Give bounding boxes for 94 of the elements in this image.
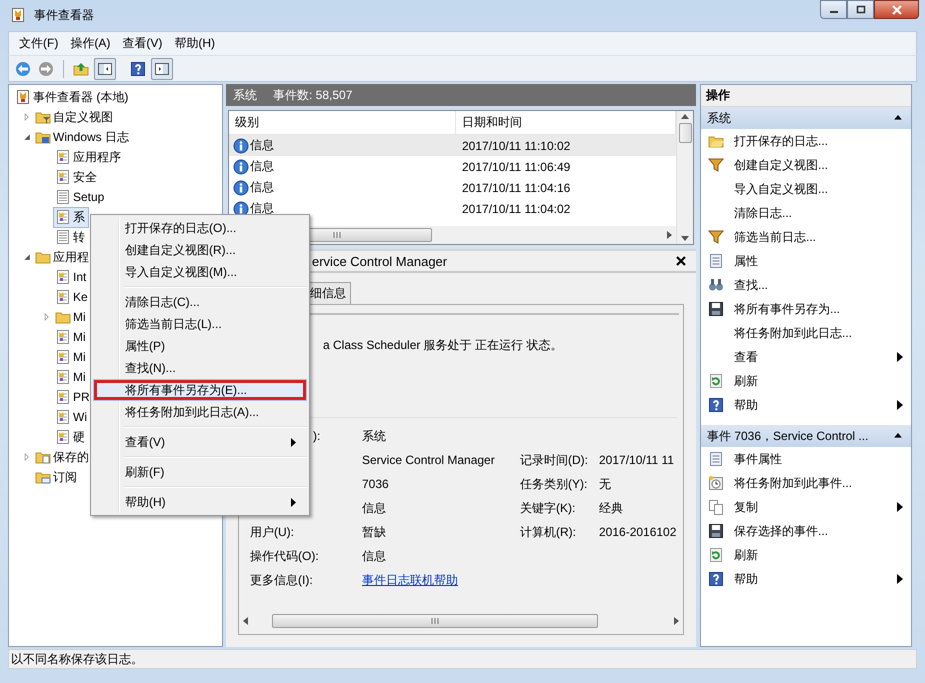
- tree-item[interactable]: 系: [53, 206, 89, 228]
- table-cell: 信息: [250, 137, 274, 154]
- action-item[interactable]: 将任务附加到此事件...: [701, 471, 911, 495]
- table-cell-text: 2017/10/11 11:06:49: [461, 160, 570, 174]
- tree-item[interactable]: 安全: [53, 166, 101, 188]
- tree-item[interactable]: Mi: [53, 307, 90, 327]
- field-value: 2017/10/11 11: [599, 453, 675, 467]
- tree-item[interactable]: Int: [53, 267, 90, 287]
- table-cell: 信息: [250, 200, 274, 217]
- menu-bar-item[interactable]: 操作(A): [64, 32, 116, 54]
- tree-item[interactable]: Mi: [53, 327, 90, 347]
- field-value: 7036: [362, 477, 390, 491]
- field-label: ):: [313, 429, 322, 443]
- tree-item[interactable]: Windows 日志: [33, 126, 134, 148]
- column-header[interactable]: 级别: [229, 111, 456, 134]
- field-label: 记录时间(D):: [520, 452, 589, 468]
- tree-item[interactable]: 保存的: [33, 446, 93, 468]
- table-cell-text: 2017/10/11 11:10:02: [461, 138, 570, 152]
- section-header[interactable]: 事件 7036，Service Control ...: [701, 425, 911, 447]
- menu-item[interactable]: 清除日志(C)...: [93, 291, 307, 313]
- tree-item[interactable]: 应用程: [33, 246, 93, 268]
- tree-item[interactable]: 自定义视图: [33, 106, 117, 128]
- action-item[interactable]: 导入自定义视图...: [701, 177, 911, 201]
- action-item[interactable]: 刷新: [701, 369, 911, 393]
- action-item[interactable]: 属性: [701, 249, 911, 273]
- tree-item[interactable]: Mi: [53, 367, 90, 387]
- action-item[interactable]: 事件属性: [701, 447, 911, 471]
- event-row[interactable]: 信息 2017/10/11 11:04:16: [229, 177, 676, 198]
- field-value: 无: [599, 476, 612, 492]
- tree-item[interactable]: Setup: [53, 187, 108, 207]
- action-item[interactable]: 打开保存的日志...: [701, 129, 911, 153]
- menu-item[interactable]: 刷新(F): [93, 461, 307, 483]
- tree-item[interactable]: Mi: [53, 347, 90, 367]
- field-label: 用户(U):: [250, 524, 295, 540]
- field-value: 经典: [599, 500, 624, 516]
- field-label: 操作代码(O):: [250, 548, 320, 564]
- field-label: 任务类别(Y):: [520, 476, 588, 492]
- action-item[interactable]: 将所有事件另存为...: [701, 297, 911, 321]
- tree-item[interactable]: Ke: [53, 287, 92, 307]
- field-value: Service Control Manager: [362, 453, 496, 467]
- action-item[interactable]: 创建自定义视图...: [701, 153, 911, 177]
- field-value: 2016-2016102: [599, 525, 678, 539]
- event-row[interactable]: 信息 2017/10/11 11:10:02: [229, 135, 676, 156]
- actions-header: 操作: [701, 85, 911, 107]
- action-item[interactable]: 复制: [701, 495, 911, 519]
- event-row[interactable]: 信息 2017/10/11 11:06:49: [229, 156, 676, 177]
- tree-item[interactable]: PR: [53, 387, 94, 407]
- menu-item[interactable]: 查找(N)...: [93, 357, 307, 379]
- status-text: 以不同名称保存该日志。: [11, 650, 143, 668]
- menu-item[interactable]: 导入自定义视图(M)...: [93, 261, 307, 283]
- action-item[interactable]: 帮助: [701, 567, 911, 591]
- table-cell-text: 2017/10/11 11:04:02: [461, 202, 570, 216]
- action-item[interactable]: 保存选择的事件...: [701, 519, 911, 543]
- field-value: 信息: [362, 500, 387, 516]
- menu-item[interactable]: 打开保存的日志(O)...: [93, 217, 307, 239]
- field-label: 关键字(K):: [520, 500, 576, 516]
- action-item[interactable]: 帮助: [701, 393, 911, 417]
- tree-item[interactable]: 转: [53, 226, 89, 248]
- menu-item[interactable]: 创建自定义视图(R)...: [93, 239, 307, 261]
- tree-item[interactable]: 硬: [53, 426, 89, 448]
- menu-bar-item[interactable]: 帮助(H): [168, 32, 221, 54]
- section-header[interactable]: 系统: [701, 107, 911, 129]
- menu-item[interactable]: 查看(V): [93, 431, 307, 453]
- menu-item[interactable]: 将所有事件另存为(E)...: [93, 379, 307, 401]
- field-label: 计算机(R):: [520, 524, 577, 540]
- action-item[interactable]: 筛选当前日志...: [701, 225, 911, 249]
- menu-item[interactable]: 帮助(H): [93, 491, 307, 513]
- action-item[interactable]: 将任务附加到此日志...: [701, 321, 911, 345]
- menu-bar-item[interactable]: 查看(V): [116, 32, 168, 54]
- action-item[interactable]: 清除日志...: [701, 201, 911, 225]
- tree-item[interactable]: 订阅: [33, 466, 81, 488]
- action-item[interactable]: 查看: [701, 345, 911, 369]
- table-cell: 信息: [250, 158, 274, 175]
- menu-item[interactable]: 筛选当前日志(L)...: [93, 313, 307, 335]
- event-title: ervice Control Manager: [312, 254, 448, 268]
- field-value: 暂缺: [362, 524, 387, 540]
- menu-item[interactable]: 将任务附加到此日志(A)...: [93, 401, 307, 423]
- action-item[interactable]: 刷新: [701, 543, 911, 567]
- tree-item[interactable]: 事件查看器 (本地): [13, 86, 132, 108]
- field-label: 更多信息(I):: [250, 572, 314, 588]
- tree-item[interactable]: Wi: [53, 407, 91, 427]
- field-value: 系统: [362, 428, 387, 444]
- menu-item[interactable]: 属性(P): [93, 335, 307, 357]
- field-value: 信息: [362, 548, 387, 564]
- help-link[interactable]: 事件日志联机帮助: [362, 572, 458, 586]
- table-cell: 信息: [250, 179, 274, 196]
- log-name: 系统: [233, 86, 257, 104]
- event-count: 事件数: 58,507: [273, 86, 352, 104]
- action-item[interactable]: 查找...: [701, 273, 911, 297]
- window-title: 事件查看器: [34, 6, 94, 24]
- table-cell-text: 2017/10/11 11:04:16: [461, 180, 570, 194]
- event-message: a Class Scheduler 服务处于 正在运行 状态。: [323, 338, 562, 352]
- menu-bar-item[interactable]: 文件(F): [13, 32, 64, 54]
- tree-item[interactable]: 应用程序: [53, 146, 125, 168]
